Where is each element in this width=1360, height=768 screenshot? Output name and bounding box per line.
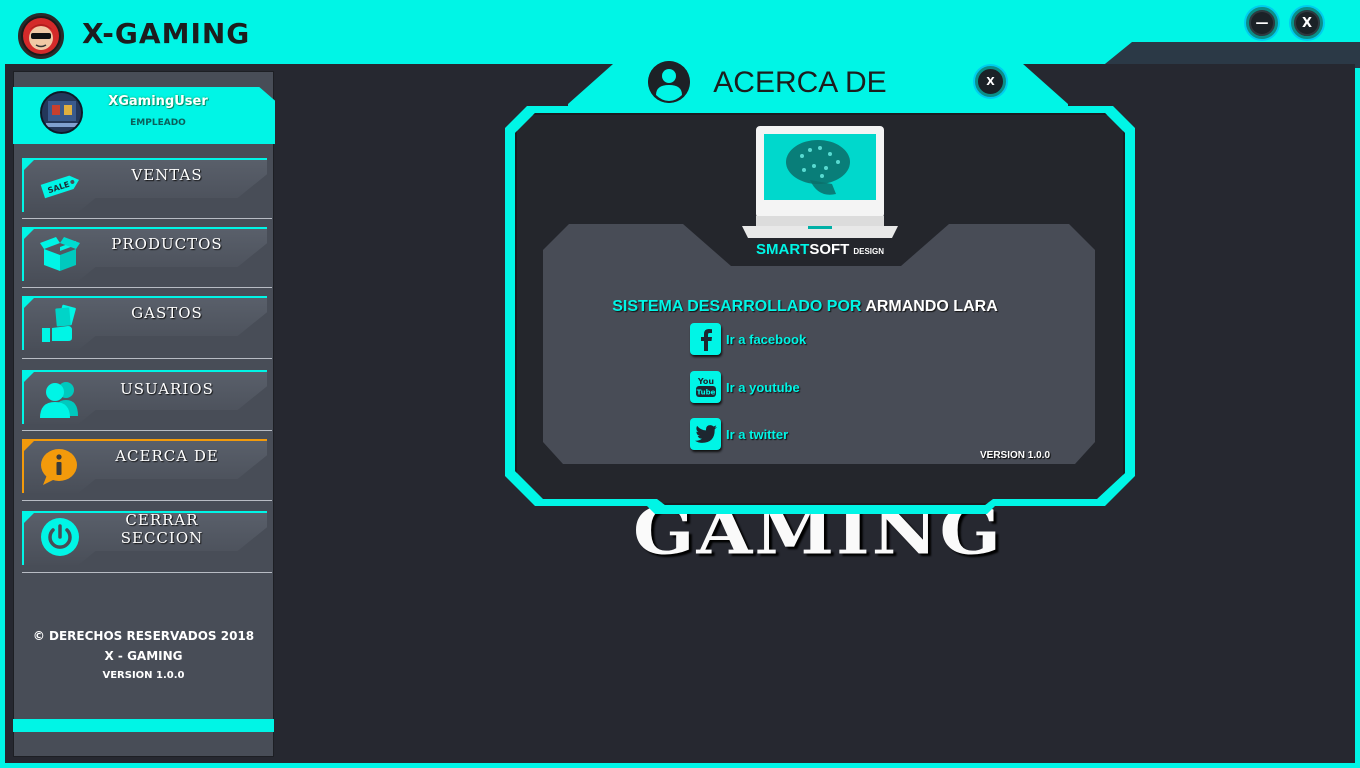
sidebar-item-gastos[interactable]: GASTOS	[22, 296, 270, 352]
youtube-icon: You Tube	[690, 371, 721, 403]
divider	[22, 430, 272, 431]
sidebar-item-usuarios[interactable]: USUARIOS	[22, 370, 270, 426]
sidebar-item-label: GASTOS	[131, 304, 203, 322]
smartsoft-brand: SMARTSOFT DESIGN	[756, 241, 884, 258]
sidebar-bottom-bar	[13, 719, 274, 732]
sidebar-item-acerca-de[interactable]: ACERCA DE	[22, 439, 270, 495]
users-icon	[38, 380, 82, 418]
twitter-link[interactable]: Ir a twitter	[690, 418, 788, 450]
minimize-button[interactable]: —	[1246, 7, 1278, 39]
user-profile: XGamingUser EMPLEADO	[13, 87, 275, 144]
facebook-icon	[690, 323, 721, 355]
laptop-brain-icon	[740, 126, 900, 246]
divider	[22, 218, 272, 219]
footer-brand: X - GAMING	[104, 649, 183, 663]
sale-tag-icon: SALE	[38, 168, 82, 204]
sidebar-item-ventas[interactable]: SALE VENTAS	[22, 158, 270, 214]
about-version: VERSION 1.0.0	[979, 450, 1051, 461]
close-icon: X	[986, 75, 995, 88]
sidebar-item-label: ACERCA DE	[115, 447, 219, 465]
twitter-icon	[690, 418, 721, 450]
power-icon	[38, 518, 82, 556]
divider	[22, 500, 272, 501]
sidebar-item-productos[interactable]: PRODUCTOS	[22, 227, 270, 283]
user-circle-icon	[648, 61, 690, 103]
info-icon	[38, 449, 82, 485]
app-title: X-GAMING	[82, 17, 251, 50]
close-window-button[interactable]: X	[1291, 7, 1323, 39]
sidebar-item-label: VENTAS	[131, 166, 203, 184]
box-icon	[38, 237, 82, 273]
minimize-icon: —	[1255, 15, 1269, 31]
copyright-text: © DERECHOS RESERVADOS 2018	[32, 629, 255, 643]
footer-version: VERSION 1.0.0	[102, 670, 185, 681]
sidebar-item-label: USUARIOS	[120, 380, 214, 398]
svg-text:Tube: Tube	[696, 389, 715, 397]
money-hand-icon	[38, 304, 82, 342]
user-role: EMPLEADO	[130, 118, 186, 128]
close-icon: X	[1301, 15, 1313, 31]
avatar	[40, 91, 83, 134]
divider	[22, 358, 272, 359]
divider	[22, 287, 272, 288]
developer-credit: SISTEMA DESARROLLADO POR ARMANDO LARA	[612, 298, 998, 315]
app-logo-icon	[18, 13, 64, 59]
facebook-link[interactable]: Ir a facebook	[690, 323, 806, 355]
sidebar-item-cerrar-seccion[interactable]: CERRAR SECCION	[22, 511, 270, 567]
about-close-button[interactable]: X	[975, 66, 1006, 97]
sidebar-item-label: CERRAR SECCION	[120, 511, 204, 547]
sidebar: XGamingUser EMPLEADO SALE VENTAS PRODUCT…	[13, 71, 275, 757]
svg-text:You: You	[696, 377, 714, 386]
divider	[22, 572, 272, 573]
sidebar-item-label: PRODUCTOS	[111, 235, 223, 253]
about-dialog-title: ACERCA DE	[713, 66, 887, 99]
username: XGamingUser	[108, 94, 208, 109]
youtube-link[interactable]: You Tube Ir a youtube	[690, 371, 800, 403]
